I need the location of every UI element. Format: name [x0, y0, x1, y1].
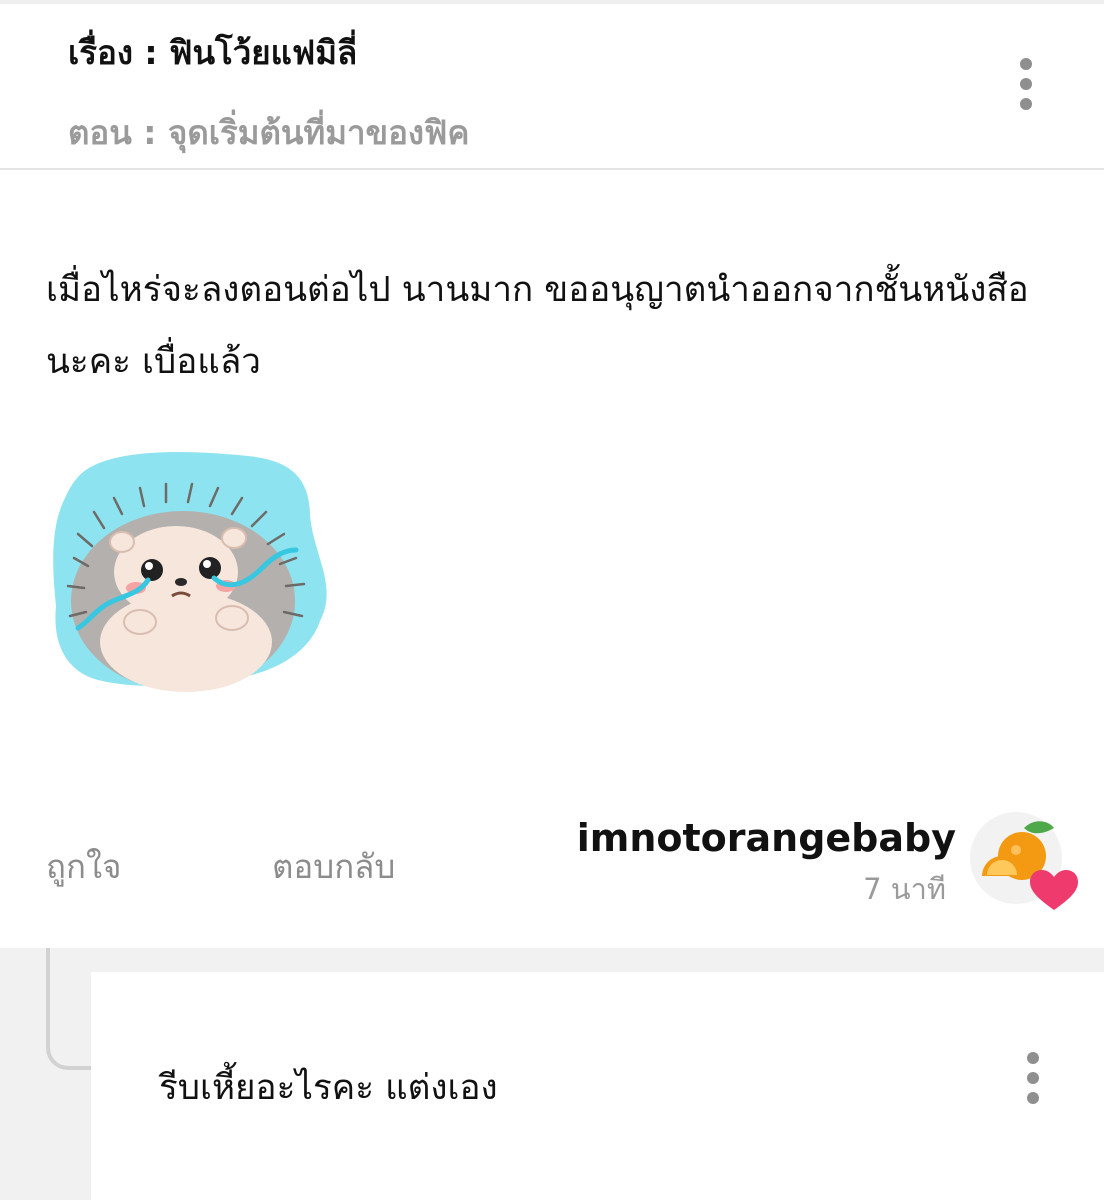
like-button[interactable]: ถูกใจ	[46, 840, 121, 893]
reply-more-options-icon[interactable]	[1021, 1052, 1045, 1104]
story-header: เรื่อง : ฟินโว้ยแฟมิลี่ ตอน : จุดเริ่มต้…	[0, 4, 1104, 170]
reply-button[interactable]: ตอบกลับ	[272, 840, 395, 893]
comment-timestamp: 7 นาที	[863, 872, 946, 906]
orange-heart-avatar[interactable]	[968, 812, 1078, 916]
story-title: เรื่อง : ฟินโว้ยแฟมิลี่	[68, 33, 358, 72]
reply-text: รีบเหี้ยอะไรคะ แต่งเอง	[159, 1068, 498, 1108]
crying-hedgehog-sticker	[53, 452, 327, 692]
chapter-title: ตอน : จุดเริ่มต้นที่มาของฟิค	[68, 113, 470, 152]
comment-author-username[interactable]: imnotorangebaby	[577, 816, 956, 860]
more-options-icon[interactable]	[1014, 58, 1038, 110]
comment-text: เมื่อไหร่จะลงตอนต่อไป นานมาก ขออนุญาตนำอ…	[46, 270, 1029, 382]
